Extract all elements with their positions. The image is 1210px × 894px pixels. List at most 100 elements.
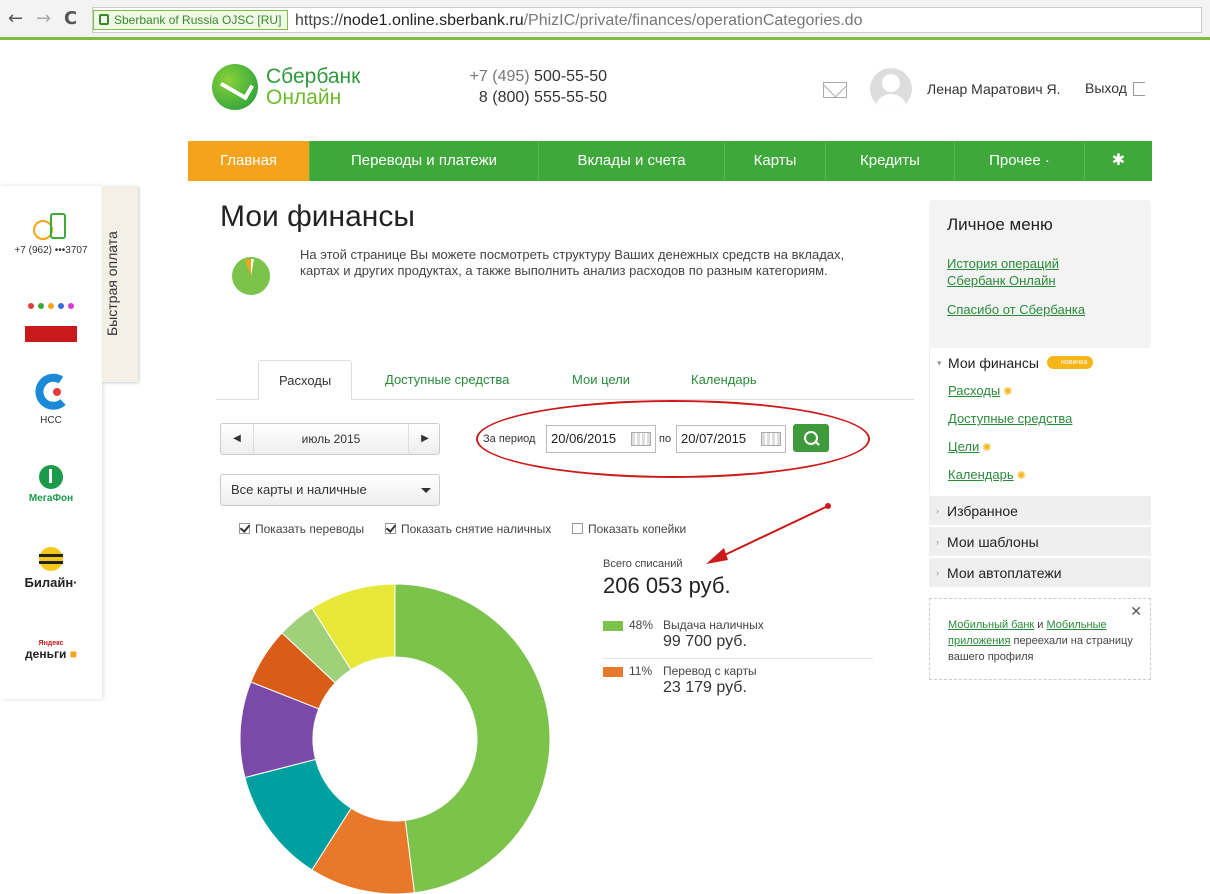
legend-amount: 23 179 руб. <box>663 679 747 696</box>
quick-pay-tab[interactable]: Быстрая оплата <box>102 186 138 382</box>
megafon-label: МегаФон <box>28 493 74 504</box>
next-month-button[interactable]: ▶ <box>409 424 441 454</box>
show-kopecks-label: Показать копейки <box>588 522 687 536</box>
logout-icon[interactable] <box>1133 82 1145 96</box>
month-label: июль 2015 <box>253 424 409 454</box>
url-host: node1.online.sberbank.ru <box>343 12 524 29</box>
star-icon: ✺ <box>1016 470 1026 482</box>
nav-other[interactable]: Прочее · <box>955 141 1085 181</box>
nss-logo-icon <box>35 373 66 410</box>
legend-pct: 48% <box>629 618 654 632</box>
page-title: Мои финансы <box>220 200 415 233</box>
mobile-bank-link[interactable]: Мобильный банк <box>948 619 1034 631</box>
logo-line2: Онлайн <box>266 86 342 109</box>
personal-menu: Личное меню История операций Сбербанк Он… <box>929 200 1151 348</box>
autopay-label: Мои автоплатежи <box>947 565 1062 581</box>
nav-transfers[interactable]: Переводы и платежи <box>310 141 539 181</box>
yandex-money-text: деньги <box>25 647 67 661</box>
mail-icon[interactable] <box>823 82 847 98</box>
nav-home[interactable]: Главная <box>188 141 310 181</box>
nav-credits[interactable]: Кредиты <box>826 141 955 181</box>
show-kopecks-checkbox[interactable]: Показать копейки <box>572 522 686 536</box>
url-path: /PhizIC/private/finances/operationCatego… <box>523 12 863 29</box>
phone-label: +7 (962) •••3707 <box>14 245 88 256</box>
sub-link-label: Расходы <box>948 383 1001 398</box>
close-icon[interactable]: ✕ <box>1130 603 1142 619</box>
provider-kids[interactable] <box>0 298 102 347</box>
prev-month-button[interactable]: ◀ <box>221 424 253 454</box>
spasibo-link[interactable]: Спасибо от Сбербанка <box>947 301 1085 318</box>
sub-link-expenses[interactable]: Расходы ✺ <box>948 383 1012 398</box>
show-cash-checkbox[interactable]: Показать снятие наличных <box>385 522 551 536</box>
logo-line1: Сбербанк <box>266 65 361 88</box>
my-finances-menu: ▾ Мои финансы новинка Расходы ✺ Доступные… <box>929 348 1151 494</box>
page-description: На этой странице Вы можете посмотреть ст… <box>300 247 845 278</box>
tab-available-funds[interactable]: Доступные средства <box>385 360 509 400</box>
sberbank-logo-icon[interactable] <box>212 64 258 110</box>
logo-text[interactable]: Сбербанк Онлайн <box>266 66 360 108</box>
checkbox-icon[interactable] <box>239 523 250 534</box>
user-name[interactable]: Ленар Маратович Я. <box>927 81 1061 97</box>
provider-nss[interactable]: НСС <box>0 372 102 426</box>
legend-divider <box>603 658 873 659</box>
show-transfers-checkbox[interactable]: Показать переводы <box>239 522 364 536</box>
browser-toolbar: ← → C Sberbank of Russia OJSC [RU] https… <box>0 0 1210 40</box>
url-scheme: https:// <box>295 12 344 29</box>
history-link[interactable]: История операций Сбербанк Онлайн <box>947 255 1097 289</box>
tab-goals[interactable]: Мои цели <box>572 360 630 400</box>
autopay-item[interactable]: › Мои автоплатежи <box>929 557 1151 587</box>
provider-yandex-money[interactable]: Яндекс деньги ■ <box>0 640 102 661</box>
phone-numbers: +7 (495) 500-55-50 8 (800) 555-55-50 <box>460 66 607 108</box>
sub-link-calendar[interactable]: Календарь ✺ <box>948 467 1026 482</box>
finance-tabs: Расходы Доступные средства Мои цели Кале… <box>216 360 914 400</box>
logout-link[interactable]: Выход <box>1085 80 1127 96</box>
templates-item[interactable]: › Мои шаблоны <box>929 526 1151 556</box>
provider-beeline[interactable]: Билайн· <box>0 546 102 590</box>
chevron-right-icon: › <box>936 568 939 578</box>
nav-cards[interactable]: Карты <box>725 141 826 181</box>
tab-calendar[interactable]: Календарь <box>691 360 757 400</box>
avatar[interactable] <box>870 68 912 110</box>
sub-link-available[interactable]: Доступные средства <box>948 411 1072 426</box>
yandex-wallet-icon: ■ <box>69 647 77 661</box>
phone1-number: 500-55-50 <box>534 68 607 85</box>
settings-gear-icon[interactable]: ✱ <box>1085 141 1152 181</box>
main-nav: Главная Переводы и платежи Вклады и счет… <box>188 141 1152 181</box>
notice-and: и <box>1037 619 1044 631</box>
tab-expenses[interactable]: Расходы <box>258 360 353 400</box>
kids-charity-logo-icon <box>25 303 77 342</box>
cards-select[interactable]: Все карты и наличные <box>220 474 440 506</box>
quick-pay-label: Быстрая оплата <box>104 231 120 336</box>
donut-slice-0[interactable] <box>394 584 550 894</box>
reload-button[interactable]: C <box>64 8 77 29</box>
annotation-arrow <box>706 503 831 564</box>
nss-label: НСС <box>40 415 62 426</box>
personal-menu-title: Личное меню <box>947 215 1053 234</box>
sub-link-label: Доступные средства <box>948 411 1073 426</box>
favorites-item[interactable]: › Избранное <box>929 495 1151 525</box>
provider-megafon[interactable]: МегаФон <box>0 464 102 504</box>
address-bar[interactable]: Sberbank of Russia OJSC [RU] https://nod… <box>92 7 1202 33</box>
nav-deposits[interactable]: Вклады и счета <box>539 141 725 181</box>
back-button[interactable]: ← <box>8 8 23 29</box>
lock-icon <box>99 14 109 25</box>
legend-swatch <box>603 667 623 677</box>
security-badge[interactable]: Sberbank of Russia OJSC [RU] <box>93 10 289 30</box>
annotation-ellipse <box>476 400 870 478</box>
legend-pct: 11% <box>629 664 653 678</box>
sub-link-goals[interactable]: Цели ✺ <box>948 439 991 454</box>
legend-amount: 99 700 руб. <box>663 633 747 650</box>
phone-topup[interactable]: +7 (962) •••3707 <box>0 212 102 256</box>
legend-swatch <box>603 621 623 631</box>
total-value: 206 053 руб. <box>603 573 731 598</box>
beeline-label: Билайн· <box>24 575 78 590</box>
sub-link-label: Цели <box>948 439 980 454</box>
star-icon: ✺ <box>1003 386 1013 398</box>
security-label: Sberbank of Russia OJSC [RU] <box>114 13 282 27</box>
checkbox-icon[interactable] <box>385 523 396 534</box>
my-finances-head[interactable]: Мои финансы <box>948 355 1039 371</box>
checkbox-icon[interactable] <box>572 523 583 534</box>
chevron-right-icon: › <box>936 537 939 547</box>
legend-name: Выдача наличных <box>663 618 764 632</box>
forward-button[interactable]: → <box>36 8 51 29</box>
